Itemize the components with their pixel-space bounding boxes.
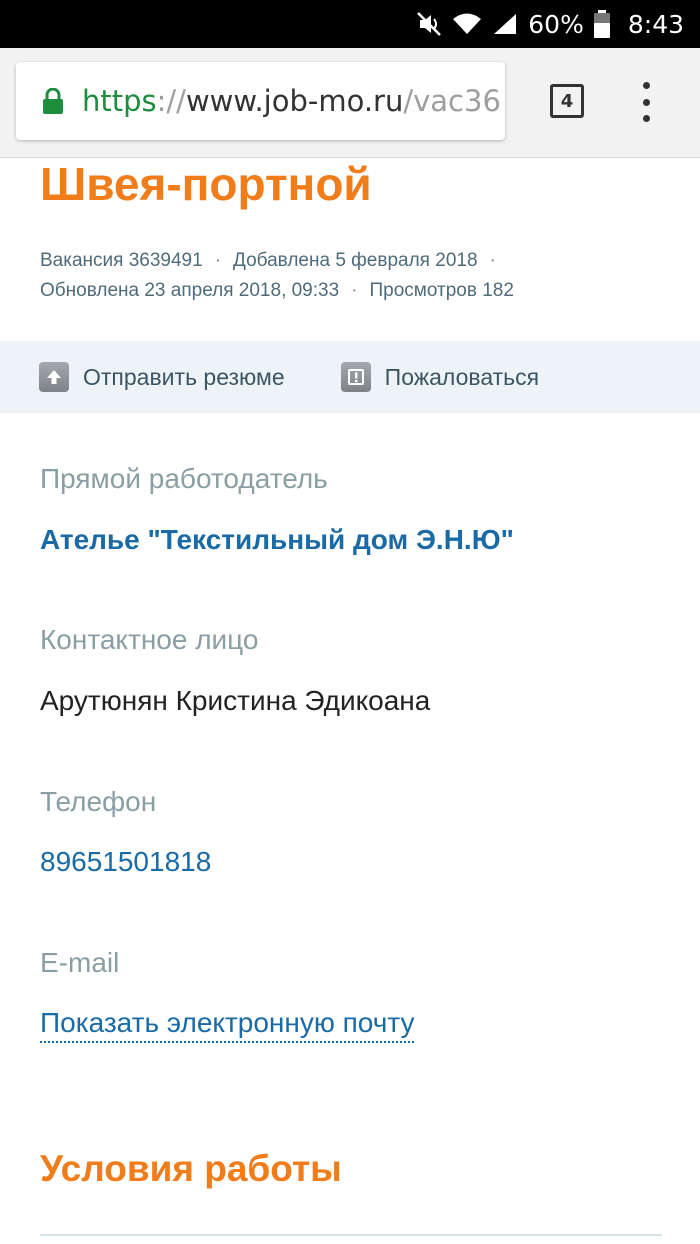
address-bar[interactable]: https://www.job-mo.ru/vac36 xyxy=(16,62,505,140)
email-label: E-mail xyxy=(40,947,120,978)
contact-label: Контактное лицо xyxy=(40,624,259,655)
complain-label: Пожаловаться xyxy=(384,363,540,390)
show-email-link[interactable]: Показать электронную почту xyxy=(40,1007,415,1043)
url-scheme: https xyxy=(82,84,157,118)
contact-name: Арутюнян Кристина Эдикоана xyxy=(40,685,431,716)
conditions-section-title: Условия работы xyxy=(40,1148,342,1189)
vacancy-updated-date: Обновлена 23 апреля 2018, 09:33 xyxy=(40,280,340,301)
wifi-icon xyxy=(452,12,482,36)
page-content: Швея-портной Вакансия 3639491 · Добавлена … xyxy=(0,158,700,1244)
meta-separator: · xyxy=(489,250,496,271)
browser-toolbar: https://www.job-mo.ru/vac36 4 xyxy=(0,48,700,158)
warning-icon xyxy=(340,362,371,392)
lock-icon xyxy=(42,88,64,114)
phone-label: Телефон xyxy=(40,786,157,817)
meta-separator: · xyxy=(214,250,222,271)
phone-link[interactable]: 89651501818 xyxy=(40,846,211,878)
vacancy-meta: Вакансия 3639491 · Добавлена 5 февраля 201… xyxy=(40,246,680,306)
url-separator: :// xyxy=(156,84,186,118)
signal-icon xyxy=(492,12,518,36)
overflow-menu-icon[interactable] xyxy=(636,82,656,122)
vacancy-added-date: Добавлена 5 февраля 2018 xyxy=(233,250,478,271)
battery-icon xyxy=(593,10,610,38)
url-domain: www.job-mo.ru xyxy=(185,84,404,118)
action-bar: Отправить резюме Пожаловаться xyxy=(0,341,700,413)
complain-button[interactable]: Пожаловаться xyxy=(340,362,540,392)
battery-percent: 60% xyxy=(528,9,584,39)
mute-icon xyxy=(416,11,442,37)
status-bar: 60% 8:43 xyxy=(0,0,700,48)
upload-arrow-icon xyxy=(39,362,69,392)
send-resume-button[interactable]: Отправить резюме xyxy=(39,362,285,392)
send-resume-label: Отправить резюме xyxy=(83,363,285,390)
employer-link[interactable]: Ателье "Текстильный дом Э.Н.Ю" xyxy=(40,524,514,556)
section-divider xyxy=(40,1234,662,1236)
vacancy-views: Просмотров 182 xyxy=(369,280,514,301)
url-path: /vac36 xyxy=(403,84,501,118)
vacancy-number: Вакансия 3639491 xyxy=(40,250,203,271)
vacancy-title: Швея-портной xyxy=(40,158,372,210)
tab-switcher-button[interactable]: 4 xyxy=(550,84,584,118)
meta-separator: · xyxy=(351,280,358,301)
clock: 8:43 xyxy=(627,9,684,39)
employer-label: Прямой работодатель xyxy=(40,463,328,494)
